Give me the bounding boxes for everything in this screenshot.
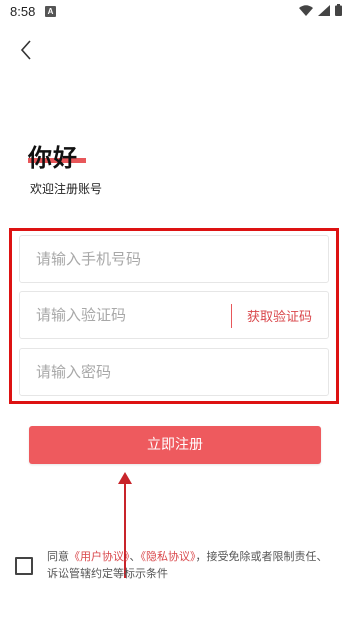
- agreement-checkbox[interactable]: [15, 557, 33, 575]
- agreement-separator: 、: [129, 550, 141, 563]
- status-icons: [299, 4, 342, 16]
- phone-input[interactable]: [20, 236, 216, 282]
- verification-code-field[interactable]: 获取验证码: [19, 291, 329, 339]
- verification-code-input[interactable]: [20, 292, 216, 338]
- phone-field[interactable]: [19, 235, 329, 283]
- status-bar: 8:58 A: [0, 0, 350, 24]
- field-divider: [231, 304, 232, 328]
- chevron-left-icon: [20, 40, 31, 60]
- agreement-prefix: 同意: [47, 550, 69, 563]
- get-code-button[interactable]: 获取验证码: [247, 306, 312, 325]
- greeting: 你好: [28, 138, 86, 173]
- privacy-agreement-link[interactable]: 《隐私协议》: [141, 550, 196, 563]
- password-field[interactable]: [19, 348, 329, 396]
- wifi-icon: [299, 4, 313, 16]
- agreement-text: 同意《用户协议》、《隐私协议》，接受免除或者限制责任、诉讼管辖约定等标示条件: [47, 548, 337, 582]
- notification-icon: A: [45, 6, 56, 17]
- battery-icon: [335, 4, 342, 16]
- register-button[interactable]: 立即注册: [29, 426, 321, 464]
- page-title: 你好: [28, 144, 78, 172]
- back-button[interactable]: [16, 38, 40, 62]
- password-input[interactable]: [20, 349, 216, 395]
- page-subtitle: 欢迎注册账号: [30, 182, 103, 196]
- status-time: 8:58: [10, 4, 36, 19]
- signal-icon: [318, 4, 330, 16]
- user-agreement-link[interactable]: 《用户协议》: [69, 550, 130, 563]
